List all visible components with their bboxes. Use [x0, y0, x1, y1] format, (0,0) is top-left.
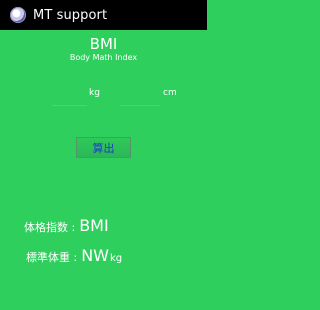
- standard-weight-unit: kg: [110, 253, 123, 264]
- standard-weight-row: 標準体重 : NW kg: [26, 246, 122, 265]
- bmi-label: 体格指数 :: [24, 221, 76, 234]
- app-titlebar: MT support: [0, 0, 207, 30]
- bmi-result-row: 体格指数 : BMI: [24, 216, 109, 235]
- calculate-button[interactable]: 算出: [76, 137, 131, 158]
- height-input[interactable]: [120, 93, 160, 106]
- standard-weight-label: 標準体重 :: [26, 251, 78, 264]
- height-unit-label: cm: [163, 88, 177, 98]
- bmi-value: BMI: [79, 216, 109, 235]
- weight-unit-label: kg: [89, 88, 100, 98]
- page-title: BMI: [89, 35, 118, 53]
- app-logo-icon: [10, 7, 26, 23]
- weight-input[interactable]: [52, 93, 87, 106]
- app-title: MT support: [33, 7, 108, 23]
- standard-weight-value: NW: [81, 246, 109, 265]
- calculate-button-label: 算出: [92, 141, 115, 155]
- page-subtitle: Body Math Index: [69, 53, 138, 62]
- main-content: BMI Body Math Index kg cm 算出 体格指数 : BMI …: [0, 30, 207, 310]
